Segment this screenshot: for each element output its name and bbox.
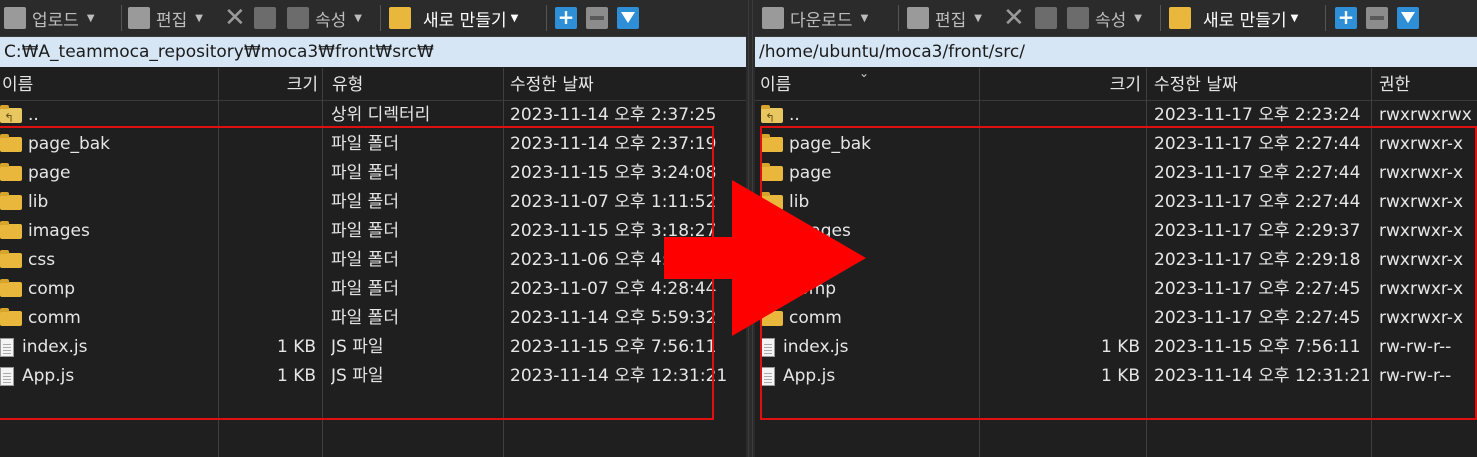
download-button[interactable]: 다운로드 ▼ [762, 0, 868, 36]
properties-label: 속성 [1095, 10, 1127, 31]
annotation-box [0, 126, 714, 420]
new-label: 새로 만들기 [1203, 10, 1287, 31]
remote-toolbar: 다운로드 ▼ 편집 ▼ ✕ 속성 ▼ 새로 만들기 ▼ + [755, 0, 1477, 37]
chevron-down-icon[interactable]: ▼ [87, 13, 95, 24]
sort-indicator-icon: ⌄ [859, 66, 870, 80]
chevron-down-icon[interactable]: ▼ [195, 13, 203, 24]
new-label: 새로 만들기 [423, 10, 507, 31]
remote-path-input[interactable]: /home/ubuntu/moca3/front/src/ [755, 37, 1477, 67]
rename-button[interactable] [254, 0, 276, 36]
minus-icon [586, 7, 608, 29]
column-modified[interactable]: 수정한 날짜 [1154, 68, 1238, 100]
edit-icon [128, 7, 150, 29]
local-column-headers: 이름 크기 유형 수정한 날짜 [0, 68, 746, 101]
chevron-down-icon[interactable]: ▼ [1134, 13, 1142, 24]
local-path-input[interactable]: C:₩A_teammoca_repository₩moca3₩front₩src… [0, 37, 746, 67]
plus-icon: + [555, 7, 577, 29]
red-arrow-annotation [664, 180, 866, 336]
upload-label: 업로드 [32, 10, 79, 31]
delete-icon[interactable]: ✕ [1003, 0, 1025, 36]
filter-button[interactable] [617, 0, 639, 36]
rename-button[interactable] [1035, 0, 1057, 36]
parent-folder-icon [0, 104, 22, 130]
upload-icon [4, 7, 26, 29]
edit-button[interactable]: 편집 ▼ [907, 0, 982, 36]
remove-button[interactable] [1366, 0, 1388, 36]
add-button[interactable]: + [1335, 0, 1357, 36]
edit-button[interactable]: 편집 ▼ [128, 0, 203, 36]
remove-button[interactable] [586, 0, 608, 36]
chevron-down-icon[interactable]: ▼ [511, 13, 519, 24]
column-name[interactable]: 이름 [2, 68, 33, 100]
properties-icon [1067, 7, 1089, 29]
local-toolbar: 업로드 ▼ 편집 ▼ ✕ 속성 ▼ 새로 만들기 ▼ + [0, 0, 746, 37]
minus-icon [1366, 7, 1388, 29]
add-button[interactable]: + [555, 0, 577, 36]
download-icon [762, 7, 784, 29]
filter-icon [1397, 7, 1419, 29]
column-size[interactable]: 크기 [220, 68, 318, 100]
rename-icon [254, 7, 276, 29]
column-permissions[interactable]: 권한 [1379, 68, 1410, 100]
edit-icon [907, 7, 929, 29]
chevron-down-icon[interactable]: ▼ [1291, 13, 1299, 24]
parent-folder-icon [761, 104, 783, 130]
filter-icon [617, 7, 639, 29]
chevron-down-icon[interactable]: ▼ [974, 13, 982, 24]
properties-button[interactable]: 속성 ▼ [1067, 0, 1142, 36]
edit-label: 편집 [935, 10, 967, 31]
column-modified[interactable]: 수정한 날짜 [510, 68, 594, 100]
properties-label: 속성 [315, 10, 347, 31]
filter-button[interactable] [1397, 0, 1419, 36]
download-label: 다운로드 [790, 10, 853, 31]
chevron-down-icon[interactable]: ▼ [861, 13, 869, 24]
new-folder-star-icon [1169, 7, 1191, 29]
local-pane: 업로드 ▼ 편집 ▼ ✕ 속성 ▼ 새로 만들기 ▼ + C:₩A_teammo… [0, 0, 746, 457]
column-name[interactable]: 이름 [760, 68, 791, 100]
properties-button[interactable]: 속성 ▼ [287, 0, 362, 36]
new-button[interactable]: 새로 만들기 ▼ [1169, 0, 1298, 36]
annotation-box [760, 126, 1477, 420]
chevron-down-icon[interactable]: ▼ [354, 13, 362, 24]
properties-icon [287, 7, 309, 29]
column-type[interactable]: 유형 [332, 68, 363, 100]
new-button[interactable]: 새로 만들기 ▼ [389, 0, 518, 36]
new-folder-star-icon [389, 7, 411, 29]
rename-icon [1035, 7, 1057, 29]
upload-button[interactable]: 업로드 ▼ [4, 0, 95, 36]
delete-icon[interactable]: ✕ [224, 0, 246, 36]
column-size[interactable]: 크기 [981, 68, 1141, 100]
plus-icon: + [1335, 7, 1357, 29]
edit-label: 편집 [156, 10, 188, 31]
